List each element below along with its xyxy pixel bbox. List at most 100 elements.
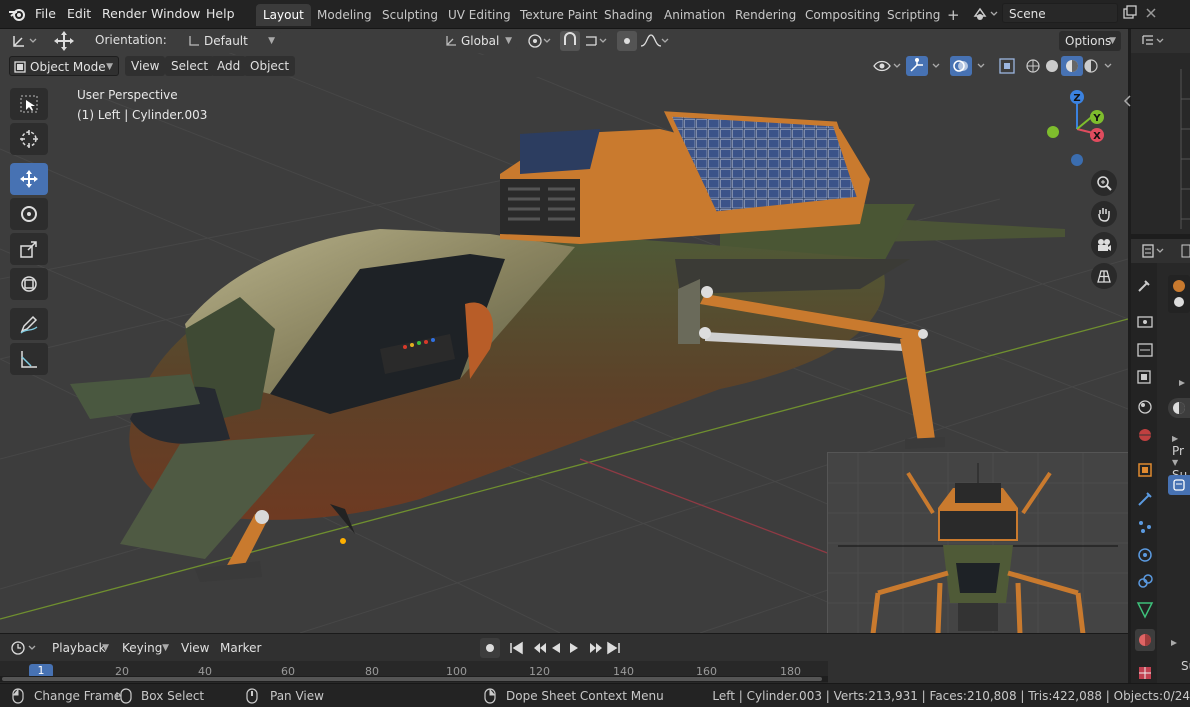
menu-object[interactable]: Object — [244, 56, 296, 76]
overlays-icon[interactable] — [950, 56, 994, 76]
render-tab-icon[interactable] — [1137, 316, 1153, 328]
object-tab-icon[interactable] — [1138, 463, 1152, 477]
jump-end-icon[interactable] — [607, 641, 620, 655]
xray-icon[interactable] — [997, 56, 1019, 76]
tab-scripting[interactable]: Scripting — [880, 4, 947, 26]
measure-tool-button[interactable] — [10, 343, 48, 375]
scene-tab-icon[interactable] — [1138, 400, 1152, 414]
playback-controls[interactable] — [480, 638, 630, 658]
gizmo-neg-z-icon[interactable] — [1071, 154, 1083, 166]
timeline-view-menu[interactable]: View — [175, 638, 215, 658]
new-scene-icon[interactable] — [1122, 5, 1138, 21]
outliner[interactable] — [1131, 29, 1190, 234]
output-tab-icon[interactable] — [1137, 343, 1153, 357]
options-button[interactable]: Options ▼ — [1059, 31, 1121, 51]
tab-rendering[interactable]: Rendering — [728, 4, 803, 26]
play-icon[interactable] — [570, 643, 578, 653]
add-workspace-button[interactable]: + — [940, 4, 967, 26]
menu-select[interactable]: Select — [165, 56, 215, 76]
texture-tab-icon[interactable] — [1139, 667, 1151, 679]
tab-shading[interactable]: Shading — [597, 4, 660, 26]
particles-tab-icon[interactable] — [1139, 521, 1151, 533]
mode-dropdown[interactable]: Object Mode ▼ — [9, 56, 119, 76]
world-tab-icon[interactable] — [1139, 429, 1151, 441]
menu-edit[interactable]: Edit — [67, 6, 91, 21]
pin-icon[interactable] — [1181, 243, 1190, 259]
ortho-toggle-button[interactable] — [1091, 263, 1117, 289]
close-scene-icon[interactable] — [1144, 6, 1158, 20]
transform-pivot-icon[interactable] — [10, 32, 40, 50]
menu-view[interactable]: View — [125, 56, 166, 76]
visibility-icon[interactable] — [872, 56, 904, 76]
material-shading-icon[interactable] — [1061, 56, 1083, 76]
physics-tab-icon[interactable] — [1138, 548, 1152, 562]
menu-window[interactable]: Window — [151, 6, 200, 21]
blender-logo-icon[interactable] — [8, 6, 26, 22]
editor-type-outliner-icon[interactable] — [1141, 33, 1167, 49]
scene-browse-icon[interactable] — [972, 6, 1000, 22]
gizmo-toggle-icon[interactable] — [906, 56, 946, 76]
playback-menu[interactable]: Playback ▼ — [46, 638, 114, 658]
editor-type-properties-icon[interactable] — [1141, 243, 1167, 259]
tab-uv-editing[interactable]: UV Editing — [441, 4, 518, 26]
transform-orientation-dropdown[interactable]: Global ▼ — [440, 30, 518, 50]
tab-animation[interactable]: Animation — [657, 4, 732, 26]
timeline-scrollbar-thumb[interactable] — [2, 677, 822, 681]
sidebar-toggle-icon[interactable] — [1123, 95, 1133, 107]
transform-tool-button[interactable] — [10, 268, 48, 300]
next-keyframe-icon[interactable] — [590, 643, 602, 653]
menu-render[interactable]: Render — [102, 6, 147, 21]
material-slots[interactable] — [1168, 275, 1190, 313]
expand-arrow-icon[interactable] — [1179, 379, 1187, 387]
annotate-tool-button[interactable] — [10, 308, 48, 340]
solid-shading-icon[interactable] — [1046, 60, 1058, 72]
tab-texture-paint[interactable]: Texture Paint — [513, 4, 604, 26]
select-tool-button[interactable] — [10, 88, 48, 120]
rendered-shading-icon[interactable] — [1084, 59, 1098, 73]
camera-view-button[interactable] — [1091, 232, 1117, 258]
tab-modeling[interactable]: Modeling — [310, 4, 379, 26]
drag-move-icon[interactable] — [52, 30, 76, 52]
modifier-tab-icon[interactable] — [1138, 492, 1152, 506]
orientation-dropdown[interactable]: Default ▼ — [183, 30, 281, 50]
gizmo-neg-y-icon[interactable] — [1047, 126, 1059, 138]
rotate-tool-button[interactable] — [10, 198, 48, 230]
timeline-scrollbar[interactable] — [0, 676, 828, 682]
prev-keyframe-icon[interactable] — [534, 643, 546, 653]
tab-layout[interactable]: Layout — [256, 4, 311, 26]
menu-file[interactable]: File — [35, 6, 56, 21]
play-reverse-icon[interactable] — [552, 643, 560, 653]
pivot-point-icon[interactable] — [526, 32, 554, 50]
marker-menu[interactable]: Marker — [214, 638, 267, 658]
tool-tab-icon[interactable] — [1138, 280, 1150, 292]
cursor-tool-button[interactable] — [10, 123, 48, 155]
menu-add[interactable]: Add — [211, 56, 247, 76]
right-panels: ▶ Pr ▼ Su Su — [1123, 29, 1190, 683]
tab-compositing[interactable]: Compositing — [798, 4, 887, 26]
constraints-tab-icon[interactable] — [1138, 574, 1153, 588]
move-tool-button[interactable] — [10, 163, 48, 195]
editor-type-timeline-icon[interactable] — [10, 639, 40, 657]
pan-button[interactable] — [1091, 201, 1117, 227]
properties-tab-icons[interactable] — [1135, 277, 1155, 683]
snap-icon[interactable] — [560, 31, 610, 51]
navigation-gizmo[interactable]: Z Y X — [1040, 87, 1115, 167]
surface-node-button[interactable] — [1168, 475, 1190, 495]
jump-start-icon[interactable] — [510, 641, 523, 655]
view-layer-tab-icon[interactable] — [1137, 370, 1151, 384]
menu-help[interactable]: Help — [206, 6, 235, 21]
keying-menu[interactable]: Keying ▼ — [116, 638, 174, 658]
zoom-button[interactable] — [1091, 170, 1117, 196]
wireframe-shading-icon[interactable] — [1026, 59, 1040, 73]
material-preview-toggle[interactable] — [1168, 398, 1190, 418]
shading-modes[interactable] — [1023, 56, 1127, 76]
scene-name-field[interactable]: Scene — [1002, 3, 1118, 23]
scale-tool-button[interactable] — [10, 233, 48, 265]
data-tab-icon[interactable] — [1136, 602, 1154, 619]
viewport-3d[interactable]: User Perspective (1) Left | Cylinder.003… — [0, 29, 1128, 633]
record-button[interactable] — [480, 638, 500, 658]
proportional-editing-icon[interactable] — [617, 31, 669, 51]
material-tab-icon[interactable] — [1135, 629, 1155, 651]
tab-sculpting[interactable]: Sculpting — [375, 4, 445, 26]
expand-arrow-icon[interactable] — [1171, 639, 1179, 647]
